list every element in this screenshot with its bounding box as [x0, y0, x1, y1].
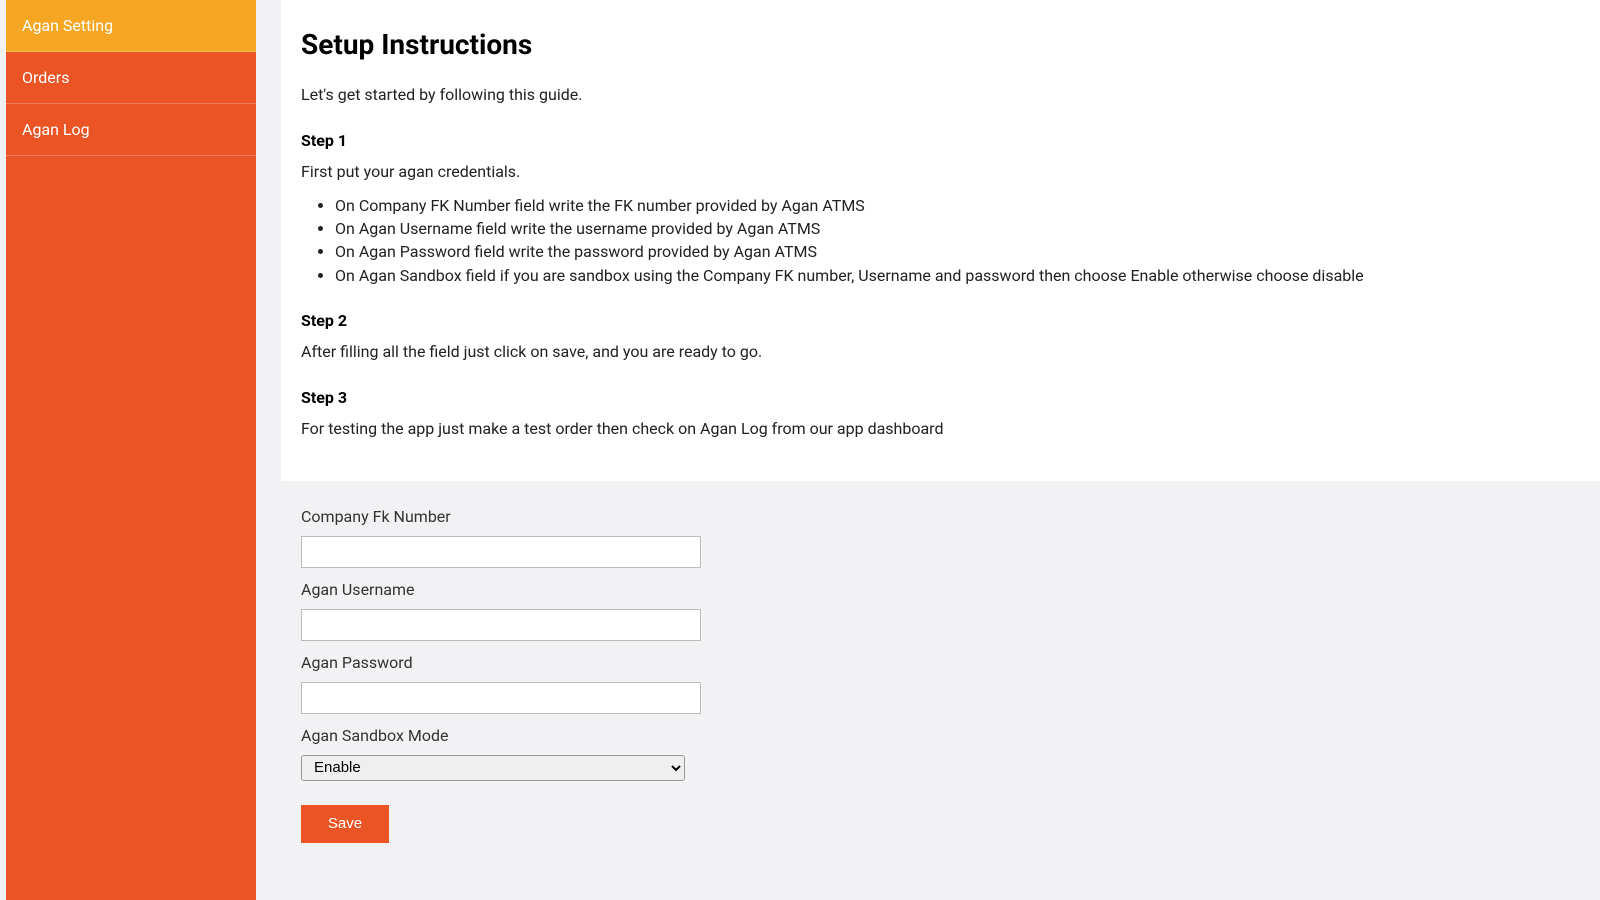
step2-text: After filling all the field just click o… [301, 340, 1580, 364]
company-fk-input[interactable] [301, 536, 701, 568]
step2-heading: Step 2 [301, 311, 1580, 330]
step1-text: First put your agan credentials. [301, 160, 1580, 184]
step1-heading: Step 1 [301, 131, 1580, 150]
main-content: Setup Instructions Let's get started by … [256, 0, 1600, 900]
step1-bullet: On Agan Sandbox field if you are sandbox… [335, 264, 1580, 287]
sidebar-item-label: Agan Setting [22, 16, 113, 35]
step1-bullets: On Company FK Number field write the FK … [335, 194, 1580, 287]
step1-bullet: On Company FK Number field write the FK … [335, 194, 1580, 217]
save-button[interactable]: Save [301, 805, 389, 843]
setup-instructions: Setup Instructions Let's get started by … [281, 0, 1600, 481]
settings-form: Company Fk Number Agan Username Agan Pas… [281, 499, 1600, 873]
sidebar-item-orders[interactable]: Orders [6, 52, 256, 104]
step3-text: For testing the app just make a test ord… [301, 417, 1580, 441]
company-fk-label: Company Fk Number [301, 507, 1580, 526]
sidebar-item-label: Agan Log [22, 120, 90, 139]
sidebar-item-agan-setting[interactable]: Agan Setting [6, 0, 256, 52]
agan-password-input[interactable] [301, 682, 701, 714]
page-title: Setup Instructions [301, 28, 1580, 61]
agan-username-label: Agan Username [301, 580, 1580, 599]
sidebar: Agan Setting Orders Agan Log [6, 0, 256, 900]
sidebar-item-agan-log[interactable]: Agan Log [6, 104, 256, 156]
agan-username-input[interactable] [301, 609, 701, 641]
step3-heading: Step 3 [301, 388, 1580, 407]
agan-sandbox-select[interactable]: Enable Disable [301, 755, 685, 781]
step1-bullet: On Agan Password field write the passwor… [335, 240, 1580, 263]
sidebar-item-label: Orders [22, 68, 69, 87]
agan-sandbox-label: Agan Sandbox Mode [301, 726, 1580, 745]
agan-password-label: Agan Password [301, 653, 1580, 672]
step1-bullet: On Agan Username field write the usernam… [335, 217, 1580, 240]
intro-text: Let's get started by following this guid… [301, 83, 1580, 107]
